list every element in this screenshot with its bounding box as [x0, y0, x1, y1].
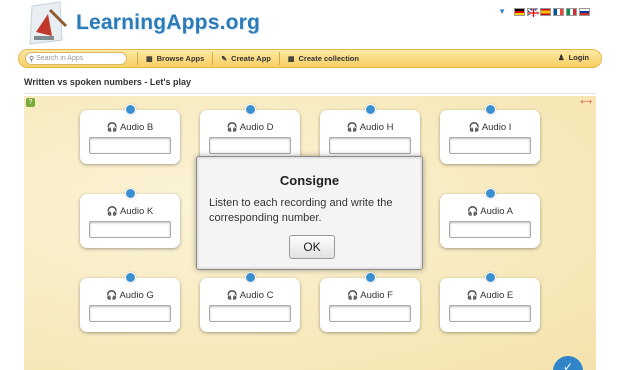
answer-field[interactable] — [209, 305, 291, 322]
answer-field[interactable] — [89, 137, 171, 154]
nav-browse-apps-label: Browse Apps — [156, 54, 205, 63]
grid-icon: ▦ — [146, 55, 153, 63]
collection-icon: ▦ — [287, 55, 295, 63]
audio-card-label[interactable]: 🎧 Audio G — [80, 290, 180, 301]
flag-de-icon[interactable] — [514, 7, 525, 16]
pin-icon — [245, 272, 256, 283]
audio-label: Audio F — [360, 290, 393, 301]
pin-icon — [125, 188, 136, 199]
audio-label: Audio D — [239, 122, 274, 133]
headphones-icon: 🎧 — [226, 290, 238, 300]
audio-card: 🎧 Audio G — [80, 272, 180, 332]
answer-field[interactable] — [89, 305, 171, 322]
audio-label: Audio K — [119, 206, 154, 217]
check-icon: ✓ — [562, 360, 574, 370]
answer-field[interactable] — [329, 137, 411, 154]
dropdown-arrow-icon[interactable]: ▼ — [498, 7, 506, 16]
audio-label: Audio A — [480, 206, 513, 217]
audio-card-label[interactable]: 🎧 Audio D — [200, 122, 300, 133]
nav-create-collection[interactable]: ▦ Create collection — [278, 52, 367, 65]
headphones-icon: 🎧 — [106, 206, 118, 216]
audio-label: Audio E — [479, 290, 514, 301]
nav-create-app-label: Create App — [231, 54, 271, 63]
pin-icon — [365, 272, 376, 283]
headphones-icon: 🎧 — [347, 290, 359, 300]
audio-label: Audio G — [119, 290, 154, 301]
audio-card: 🎧 Audio C — [200, 272, 300, 332]
pin-icon — [125, 104, 136, 115]
headphones-icon: 🎧 — [467, 206, 479, 216]
audio-card-label[interactable]: 🎧 Audio E — [440, 290, 540, 301]
flag-fr-icon[interactable] — [553, 7, 564, 16]
audio-card: 🎧 Audio A — [440, 188, 540, 248]
audio-card-label[interactable]: 🎧 Audio A — [440, 206, 540, 217]
language-bar: ▼ — [498, 7, 590, 17]
answer-field[interactable] — [449, 305, 531, 322]
audio-card: 🎧 Audio F — [320, 272, 420, 332]
headphones-icon: 🎧 — [106, 122, 118, 132]
audio-card-label[interactable]: 🎧 Audio I — [440, 122, 540, 133]
search-placeholder: Search in Apps — [36, 55, 84, 62]
flag-ru-icon[interactable] — [579, 7, 590, 16]
audio-label: Audio H — [359, 122, 394, 133]
pencil-icon: ✎ — [221, 55, 228, 63]
answer-field[interactable] — [209, 137, 291, 154]
audio-label: Audio I — [481, 122, 512, 133]
audio-label: Audio B — [119, 122, 154, 133]
pin-icon — [485, 104, 496, 115]
search-icon: ⚲ — [29, 55, 35, 63]
audio-card: 🎧 Audio E — [440, 272, 540, 332]
instructions-dialog: Consigne Listen to each recording and wr… — [196, 156, 423, 270]
audio-card: 🎧 Audio B — [80, 104, 180, 164]
answer-field[interactable] — [89, 221, 171, 238]
audio-card-label[interactable]: 🎧 Audio F — [320, 290, 420, 301]
help-icon[interactable]: ? — [26, 98, 35, 107]
headphones-icon: 🎧 — [346, 122, 358, 132]
flag-es-icon[interactable] — [540, 7, 551, 16]
dialog-body: Consigne Listen to each recording and wr… — [199, 159, 420, 267]
navbar: ⚲ Search in Apps ▦ Browse Apps ✎ Create … — [18, 49, 602, 68]
flag-en-icon[interactable] — [527, 7, 539, 17]
pin-icon — [365, 104, 376, 115]
nav-browse-apps[interactable]: ▦ Browse Apps — [137, 52, 212, 65]
login-label: Login — [568, 53, 589, 62]
dialog-text: Listen to each recording and write the c… — [209, 197, 393, 224]
login-button[interactable]: ♟ Login — [558, 53, 589, 62]
audio-label: Audio C — [239, 290, 274, 301]
headphones-icon: 🎧 — [106, 290, 118, 300]
audio-card-label[interactable]: 🎧 Audio K — [80, 206, 180, 217]
divider — [24, 93, 596, 94]
pin-icon — [245, 104, 256, 115]
headphones-icon: 🎧 — [466, 290, 478, 300]
audio-card-label[interactable]: 🎧 Audio H — [320, 122, 420, 133]
headphones-icon: 🎧 — [226, 122, 238, 132]
pin-icon — [485, 272, 496, 283]
pin-icon — [485, 188, 496, 199]
page-title: Written vs spoken numbers - Let's play — [24, 77, 192, 87]
flag-it-icon[interactable] — [566, 7, 577, 16]
audio-card: 🎧 Audio K — [80, 188, 180, 248]
logo[interactable]: LearningApps.org — [22, 0, 260, 46]
nav-create-collection-label: Create collection — [298, 54, 359, 63]
answer-field[interactable] — [329, 305, 411, 322]
logo-text: LearningApps.org — [76, 11, 261, 34]
ok-button[interactable]: OK — [289, 235, 335, 259]
audio-card: 🎧 Audio I — [440, 104, 540, 164]
fullscreen-icon[interactable]: ⟷ — [581, 97, 592, 106]
audio-card-label[interactable]: 🎧 Audio C — [200, 290, 300, 301]
answer-field[interactable] — [449, 137, 531, 154]
answer-field[interactable] — [449, 221, 531, 238]
user-icon: ♟ — [557, 53, 565, 62]
pin-icon — [125, 272, 136, 283]
dialog-title: Consigne — [279, 173, 340, 188]
headphones-icon: 🎧 — [468, 122, 480, 132]
audio-card-label[interactable]: 🎧 Audio B — [80, 122, 180, 133]
search-input[interactable]: ⚲ Search in Apps — [25, 52, 127, 65]
nav-create-app[interactable]: ✎ Create App — [212, 52, 279, 65]
logo-art-icon — [29, 1, 68, 45]
